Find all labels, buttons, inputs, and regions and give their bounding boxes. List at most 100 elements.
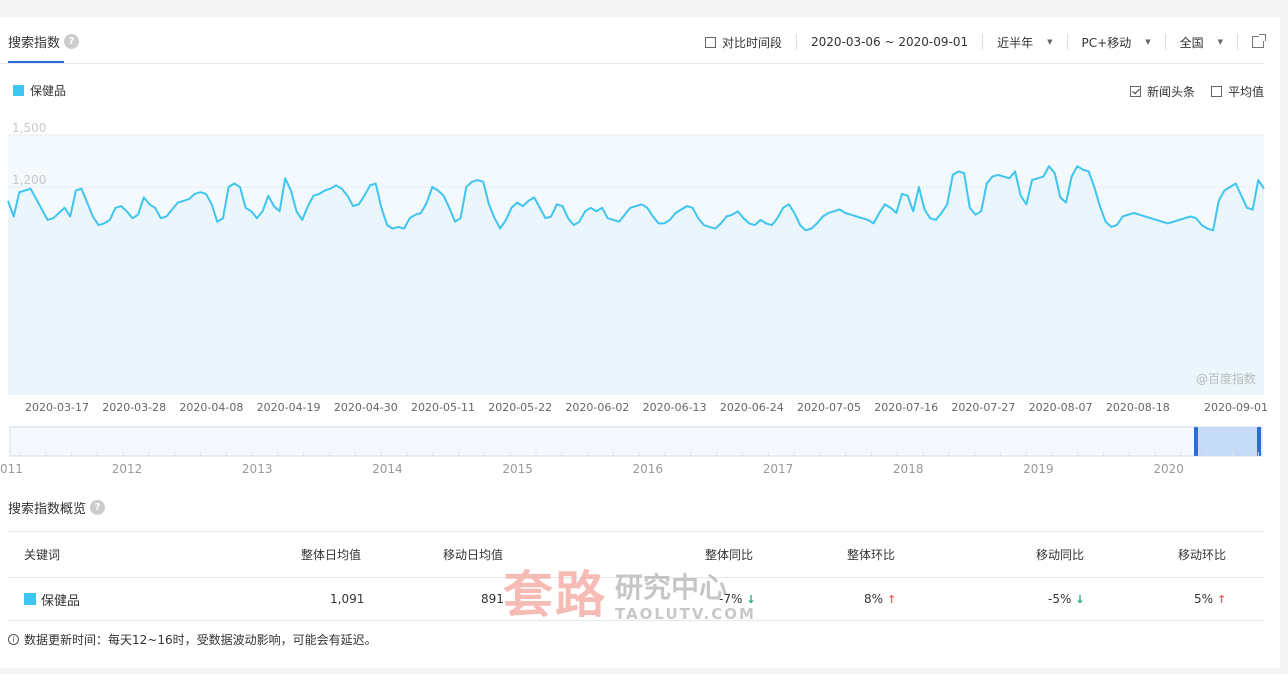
- search-index-card: 搜索指数 ? 对比时间段 2020-03-06 ~ 2020-09-01 近半年…: [0, 17, 1280, 668]
- x-tick-label: 2020-06-24: [720, 401, 784, 414]
- period-value: 近半年: [997, 35, 1034, 50]
- chart-options: 新闻头条 平均值: [1114, 83, 1264, 100]
- y-tick-label: 1,500: [12, 121, 46, 135]
- col-overall-yoy: 整体同比: [705, 548, 754, 562]
- col-mobile-mom: 移动环比: [1178, 548, 1227, 562]
- x-tick-label: 2020-07-27: [951, 401, 1015, 414]
- period-select[interactable]: 近半年 ▼: [983, 34, 1068, 50]
- x-tick-label: 2020-06-13: [643, 401, 707, 414]
- mobile-mom-value: 5%: [1194, 592, 1214, 606]
- table-header: 关键词 整体日均值 移动日均值 整体同比 整体环比 移动同比 移动环比: [8, 531, 1264, 578]
- table-row: 保健品 1,091 891 -7% ↓ 8% ↑ -5% ↓ 5% ↑: [8, 578, 1264, 621]
- compare-label: 对比时间段: [721, 35, 782, 50]
- info-icon: i: [8, 634, 19, 645]
- mobile-yoy-cell: -5% ↓: [1048, 578, 1085, 620]
- legend-label: 保健品: [30, 84, 67, 98]
- chevron-down-icon: ▼: [1145, 38, 1151, 46]
- share-button[interactable]: [1238, 34, 1266, 50]
- average-toggle[interactable]: 平均值: [1210, 83, 1264, 100]
- timeline-year-label: 2017: [763, 462, 794, 476]
- arrow-up-icon: ↑: [1217, 592, 1227, 606]
- x-tick-label: 2020-05-22: [488, 401, 552, 414]
- timeline-year-label: 011: [0, 462, 23, 476]
- col-keyword: 关键词: [24, 548, 61, 562]
- overall-avg-value: 1,091: [330, 592, 365, 606]
- x-tick-label: 2020-06-02: [565, 401, 629, 414]
- col-overall-avg: 整体日均值: [301, 548, 362, 562]
- timeline-handle-left: [1194, 427, 1198, 456]
- region-value: 全国: [1179, 35, 1204, 50]
- keyword-swatch: [24, 593, 36, 605]
- y-tick-label: 1,200: [12, 173, 46, 187]
- x-tick-label: 2020-07-16: [874, 401, 938, 414]
- chevron-down-icon: ▼: [1047, 38, 1053, 46]
- filter-controls: 对比时间段 2020-03-06 ~ 2020-09-01 近半年 ▼ PC+移…: [691, 34, 1266, 50]
- col-overall-mom: 整体环比: [847, 548, 896, 562]
- news-toggle[interactable]: 新闻头条: [1129, 83, 1195, 100]
- average-checkbox-icon[interactable]: [1210, 86, 1222, 97]
- date-range-text: 2020-03-06 ~ 2020-09-01: [810, 35, 969, 49]
- x-tick-label: 2020-08-07: [1029, 401, 1093, 414]
- search-index-chart[interactable]: 1,5001,200900600300@百度指数2020-03-172020-0…: [0, 111, 1280, 491]
- arrow-down-icon: ↓: [1075, 592, 1085, 606]
- device-value: PC+移动: [1081, 35, 1132, 50]
- news-checkbox-icon[interactable]: [1129, 86, 1141, 97]
- timeline-scroller: [9, 426, 1263, 457]
- row-keyword: 保健品: [24, 578, 80, 620]
- col-mobile-avg: 移动日均值: [443, 548, 504, 562]
- average-label: 平均值: [1227, 85, 1264, 99]
- timeline-year-label: 2016: [633, 462, 664, 476]
- overall-mom-cell: 8% ↑: [864, 578, 896, 620]
- timeline-year-label: 2020: [1153, 462, 1184, 476]
- summary-table: 关键词 整体日均值 移动日均值 整体同比 整体环比 移动同比 移动环比 保健品 …: [8, 531, 1264, 621]
- compare-checkbox-icon[interactable]: [704, 36, 716, 48]
- device-select[interactable]: PC+移动 ▼: [1068, 34, 1166, 50]
- help-icon[interactable]: ?: [64, 34, 80, 49]
- news-label: 新闻头条: [1146, 85, 1195, 99]
- timeline-year-label: 2013: [242, 462, 273, 476]
- timeline-year-label: 2014: [372, 462, 403, 476]
- summary-title-label: 搜索指数概览: [8, 502, 87, 517]
- x-tick-label: 2020-04-30: [334, 401, 398, 414]
- overall-yoy-value: -7%: [719, 592, 743, 606]
- x-tick-label: 2020-09-01: [1204, 401, 1268, 414]
- baidu-index-watermark: @百度指数: [1196, 371, 1256, 386]
- timeline-year-label: 2019: [1023, 462, 1054, 476]
- date-range-picker[interactable]: 2020-03-06 ~ 2020-09-01: [797, 34, 984, 50]
- mobile-avg-value: 891: [481, 592, 504, 606]
- arrow-up-icon: ↑: [887, 592, 897, 606]
- compare-period-toggle[interactable]: 对比时间段: [691, 34, 797, 50]
- external-link-icon: [1252, 34, 1266, 48]
- mobile-mom-cell: 5% ↑: [1194, 578, 1226, 620]
- legend-swatch: [13, 85, 24, 96]
- chart-legend[interactable]: 保健品: [13, 82, 66, 99]
- col-mobile-yoy: 移动同比: [1036, 548, 1085, 562]
- summary-title: 搜索指数概览 ?: [8, 498, 106, 517]
- timeline-year-label: 2015: [502, 462, 533, 476]
- tab-bar: 搜索指数 ? 对比时间段 2020-03-06 ~ 2020-09-01 近半年…: [0, 17, 1266, 64]
- x-tick-label: 2020-05-11: [411, 401, 475, 414]
- update-note-text: 数据更新时间：每天12~16时，受数据波动影响，可能会有延迟。: [24, 633, 377, 647]
- timeline-year-label: 2012: [112, 462, 143, 476]
- tab-active-indicator: [8, 61, 64, 63]
- tab-search-index[interactable]: 搜索指数 ?: [8, 32, 80, 51]
- x-tick-label: 2020-08-18: [1106, 401, 1170, 414]
- x-tick-label: 2020-04-19: [257, 401, 321, 414]
- tab-title-label: 搜索指数: [8, 36, 61, 51]
- mobile-yoy-value: -5%: [1048, 592, 1072, 606]
- region-select[interactable]: 全国 ▼: [1166, 34, 1238, 50]
- x-tick-label: 2020-07-05: [797, 401, 861, 414]
- overall-mom-value: 8%: [864, 592, 884, 606]
- x-tick-label: 2020-03-17: [25, 401, 89, 414]
- update-note: i 数据更新时间：每天12~16时，受数据波动影响，可能会有延迟。: [8, 631, 377, 648]
- x-tick-label: 2020-04-08: [179, 401, 243, 414]
- chevron-down-icon: ▼: [1217, 38, 1223, 46]
- overall-yoy-cell: -7% ↓: [719, 578, 756, 620]
- help-icon[interactable]: ?: [90, 500, 106, 515]
- arrow-down-icon: ↓: [746, 592, 756, 606]
- timeline-year-label: 2018: [893, 462, 924, 476]
- keyword-text: 保健品: [41, 593, 81, 609]
- x-tick-label: 2020-03-28: [102, 401, 166, 414]
- timeline-selection: [1196, 427, 1260, 456]
- timeline-handle-right: [1257, 427, 1261, 456]
